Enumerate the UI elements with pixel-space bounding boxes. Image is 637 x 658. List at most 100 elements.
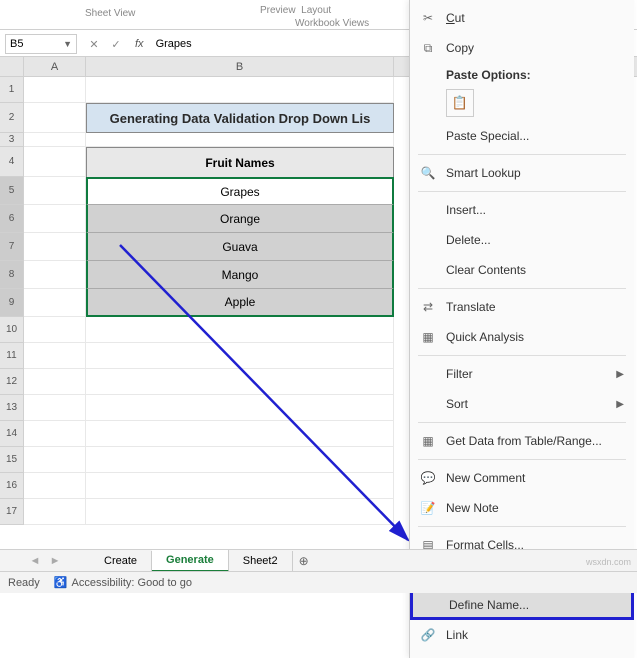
menu-label: New Comment bbox=[446, 471, 525, 485]
menu-cut[interactable]: ✂Cut bbox=[410, 3, 634, 33]
chevron-down-icon[interactable]: ▼ bbox=[63, 39, 72, 49]
table-row[interactable]: Apple bbox=[86, 289, 394, 317]
separator bbox=[418, 422, 626, 423]
cut-icon: ✂ bbox=[420, 10, 436, 26]
link-icon: 🔗 bbox=[420, 627, 436, 643]
menu-label: Link bbox=[446, 628, 468, 642]
menu-new-comment[interactable]: 💬 New Comment bbox=[410, 463, 634, 493]
menu-label: Get Data from Table/Range... bbox=[446, 434, 602, 448]
menu-paste-special[interactable]: Paste Special... bbox=[410, 121, 634, 151]
separator bbox=[418, 288, 626, 289]
separator bbox=[418, 355, 626, 356]
row-header[interactable]: 11 bbox=[0, 343, 24, 369]
tab-sheet2[interactable]: Sheet2 bbox=[229, 551, 293, 571]
sheet-view-label: Sheet View bbox=[85, 8, 135, 19]
row-header[interactable]: 12 bbox=[0, 369, 24, 395]
tab-nav-arrows[interactable]: ◄ ► bbox=[0, 555, 90, 567]
row-header[interactable]: 10 bbox=[0, 317, 24, 343]
menu-insert[interactable]: Insert... bbox=[410, 195, 634, 225]
menu-define-name[interactable]: Define Name... bbox=[410, 590, 634, 620]
tab-generate[interactable]: Generate bbox=[152, 550, 229, 572]
clipboard-icon: 📋 bbox=[452, 95, 468, 111]
menu-smart-lookup[interactable]: 🔍 Smart Lookup bbox=[410, 158, 634, 188]
row-header[interactable]: 17 bbox=[0, 499, 24, 525]
menu-label: Smart Lookup bbox=[446, 166, 521, 180]
chevron-right-icon: ▶ bbox=[616, 399, 624, 410]
cancel-fx-icon[interactable]: ✕ bbox=[85, 35, 103, 53]
menu-label: Define Name... bbox=[449, 598, 529, 612]
table-header[interactable]: Fruit Names bbox=[86, 147, 394, 177]
menu-link[interactable]: 🔗 Link bbox=[410, 620, 634, 650]
menu-filter[interactable]: Filter ▶ bbox=[410, 359, 634, 389]
menu-label: Quick Analysis bbox=[446, 330, 524, 344]
sheet-tabs: ◄ ► Create Generate Sheet2 ⊕ bbox=[0, 549, 637, 571]
menu-get-data[interactable]: ▦ Get Data from Table/Range... bbox=[410, 426, 634, 456]
new-sheet-button[interactable]: ⊕ bbox=[293, 554, 315, 568]
row-header[interactable]: 3 bbox=[0, 133, 24, 147]
title-cell[interactable]: Generating Data Validation Drop Down Lis bbox=[86, 103, 394, 133]
accessibility-icon: ♿ bbox=[54, 576, 68, 589]
menu-sort[interactable]: Sort ▶ bbox=[410, 389, 634, 419]
separator bbox=[418, 526, 626, 527]
workbook-views-label: Workbook Views bbox=[295, 18, 369, 29]
row-header[interactable]: 16 bbox=[0, 473, 24, 499]
tab-create[interactable]: Create bbox=[90, 551, 152, 571]
row-header[interactable]: 2 bbox=[0, 103, 24, 133]
search-icon: 🔍 bbox=[420, 165, 436, 181]
row-header[interactable]: 14 bbox=[0, 421, 24, 447]
paste-default-button[interactable]: 📋 bbox=[446, 89, 474, 117]
row-header[interactable]: 4 bbox=[0, 147, 24, 177]
status-bar: Ready ♿Accessibility: Good to go bbox=[0, 571, 637, 593]
translate-icon: ⇄ bbox=[420, 299, 436, 315]
separator bbox=[418, 191, 626, 192]
status-ready: Ready bbox=[8, 577, 40, 589]
menu-label: New Note bbox=[446, 501, 499, 515]
menu-label: Clear Contents bbox=[446, 263, 526, 277]
column-header-a[interactable]: A bbox=[24, 57, 86, 76]
chevron-right-icon: ▶ bbox=[616, 369, 624, 380]
menu-clear-contents[interactable]: Clear Contents bbox=[410, 255, 634, 285]
row-header[interactable]: 5 bbox=[0, 177, 24, 205]
table-row[interactable]: Mango bbox=[86, 261, 394, 289]
copy-icon: ⧉ bbox=[420, 40, 436, 56]
menu-label: Sort bbox=[446, 397, 468, 411]
separator bbox=[418, 154, 626, 155]
enter-fx-icon[interactable]: ✓ bbox=[107, 35, 125, 53]
ribbon-preview: Preview Layout bbox=[260, 5, 331, 16]
row-header[interactable]: 1 bbox=[0, 77, 24, 103]
accessibility-status[interactable]: ♿Accessibility: Good to go bbox=[54, 576, 192, 589]
menu-label: Delete... bbox=[446, 233, 491, 247]
watermark: wsxdn.com bbox=[586, 557, 631, 567]
table-row[interactable]: Orange bbox=[86, 205, 394, 233]
row-header[interactable]: 15 bbox=[0, 447, 24, 473]
menu-label: Insert... bbox=[446, 203, 486, 217]
table-row[interactable]: Grapes bbox=[86, 177, 394, 205]
fx-icon[interactable]: fx bbox=[135, 38, 144, 50]
row-header[interactable]: 6 bbox=[0, 205, 24, 233]
menu-delete[interactable]: Delete... bbox=[410, 225, 634, 255]
menu-label: Translate bbox=[446, 300, 496, 314]
table-row[interactable]: Guava bbox=[86, 233, 394, 261]
fx-controls: ✕ ✓ fx bbox=[85, 35, 152, 53]
name-box[interactable]: B5 ▼ bbox=[5, 34, 77, 54]
analysis-icon: ▦ bbox=[420, 329, 436, 345]
row-header[interactable]: 7 bbox=[0, 233, 24, 261]
table-icon: ▦ bbox=[420, 433, 436, 449]
column-header-b[interactable]: B bbox=[86, 57, 394, 76]
menu-translate[interactable]: ⇄ Translate bbox=[410, 292, 634, 322]
menu-copy[interactable]: ⧉ Copy bbox=[410, 33, 634, 63]
row-header[interactable]: 8 bbox=[0, 261, 24, 289]
paste-options-header: Paste Options: bbox=[410, 63, 634, 87]
menu-label: Paste Special... bbox=[446, 129, 529, 143]
row-header[interactable]: 9 bbox=[0, 289, 24, 317]
menu-label: Copy bbox=[446, 41, 474, 55]
select-all-triangle[interactable] bbox=[0, 57, 24, 76]
note-icon: 📝 bbox=[420, 500, 436, 516]
menu-new-note[interactable]: 📝 New Note bbox=[410, 493, 634, 523]
comment-icon: 💬 bbox=[420, 470, 436, 486]
name-box-value: B5 bbox=[10, 38, 23, 50]
row-header[interactable]: 13 bbox=[0, 395, 24, 421]
separator bbox=[418, 459, 626, 460]
menu-label: Filter bbox=[446, 367, 473, 381]
menu-quick-analysis[interactable]: ▦ Quick Analysis bbox=[410, 322, 634, 352]
